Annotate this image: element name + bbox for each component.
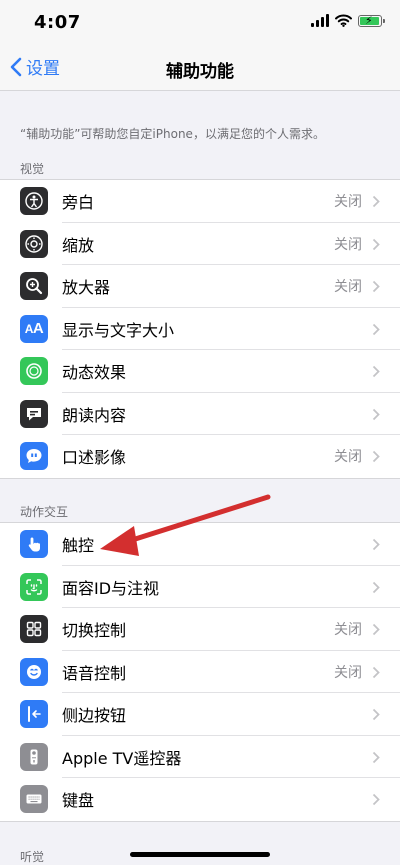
row-label: Apple TV遥控器 [62,748,182,768]
row-label: 口述影像 [62,448,127,468]
row-zoom[interactable]: 缩放 关闭 [0,223,400,265]
row-apple-tv-remote[interactable]: Apple TV遥控器 [0,736,400,778]
row-display-text-size[interactable]: AA 显示与文字大小 [0,308,400,350]
wifi-icon [335,14,352,27]
row-label: 放大器 [62,278,111,298]
row-value: 关闭 [334,449,362,466]
row-motion[interactable]: 动态效果 [0,350,400,393]
spoken-content-icon [20,399,48,428]
chevron-right-icon [372,280,380,293]
row-value: 关闭 [334,236,362,253]
status-bar: 4:07 ⚡ [0,0,400,46]
row-label: 键盘 [62,791,95,811]
row-side-button[interactable]: 侧边按钮 [0,693,400,736]
chevron-right-icon [372,408,380,420]
chevron-right-icon [372,323,380,335]
switch-control-icon [20,615,48,644]
keyboard-icon [20,785,48,814]
row-label: 朗读内容 [62,405,127,425]
chevron-right-icon [372,793,380,806]
face-id-icon [20,572,48,601]
chevron-right-icon [372,195,380,208]
row-touch[interactable]: 触控 [0,523,400,566]
row-label: 显示与文字大小 [62,320,175,340]
row-label: 切换控制 [62,621,127,641]
section-header-hearing: 听觉 [20,850,45,864]
row-label: 旁白 [62,193,95,213]
magnifier-icon [20,272,48,301]
row-label: 侧边按钮 [62,706,127,726]
cellular-signal-icon [311,14,329,27]
side-button-icon [20,700,48,729]
chevron-right-icon [372,623,380,636]
page-title: 辅助功能 [166,62,234,82]
chevron-right-icon [372,666,380,678]
chevron-right-icon [372,708,380,721]
status-time: 4:07 [34,12,81,33]
row-label: 面容ID与注视 [62,578,160,598]
section-header-physical-motor: 动作交互 [20,505,69,519]
text-size-icon: AA [20,314,48,343]
row-value: 关闭 [334,279,362,296]
row-magnifier[interactable]: 放大器 关闭 [0,265,400,308]
motion-icon [20,357,48,386]
chevron-right-icon [372,751,380,763]
chevron-right-icon [372,538,380,551]
chevron-right-icon [372,365,380,378]
description-text: “辅助功能”可帮助您自定iPhone，以满足您的个人需求。 [20,127,325,141]
chevron-right-icon [372,581,380,593]
zoom-icon [20,229,48,258]
battery-icon: ⚡ [358,14,385,27]
chevron-right-icon [372,238,380,250]
row-audio-descriptions[interactable]: 口述影像 关闭 [0,435,400,478]
navigation-bar: 设置 辅助功能 [0,46,400,91]
section-header-vision: 视觉 [20,162,45,176]
home-indicator[interactable] [130,852,270,857]
row-label: 动态效果 [62,363,127,383]
row-voice-control[interactable]: 语音控制 关闭 [0,651,400,693]
audio-description-icon [20,442,48,471]
row-face-id-attention[interactable]: 面容ID与注视 [0,566,400,608]
row-label: 缩放 [62,235,95,255]
row-value: 关闭 [334,664,362,681]
apple-tv-remote-icon [20,742,48,771]
row-value: 关闭 [334,622,362,639]
chevron-right-icon [372,450,380,463]
row-voiceover[interactable]: 旁白 关闭 [0,180,400,223]
voiceover-icon [20,187,48,216]
row-value: 关闭 [334,194,362,211]
voice-control-icon [20,657,48,686]
vision-group: 旁白 关闭 缩放 关闭 放大器 关闭 AA 显示与文字大小 动态效果 朗读内容 … [0,179,400,479]
touch-icon [20,530,48,559]
row-spoken-content[interactable]: 朗读内容 [0,393,400,435]
row-label: 触控 [62,536,95,556]
physical-motor-group: 触控 面容ID与注视 切换控制 关闭 语音控制 关闭 侧边按钮 Apple TV… [0,522,400,822]
row-switch-control[interactable]: 切换控制 关闭 [0,608,400,651]
row-keyboard[interactable]: 键盘 [0,778,400,821]
row-label: 语音控制 [62,663,127,683]
